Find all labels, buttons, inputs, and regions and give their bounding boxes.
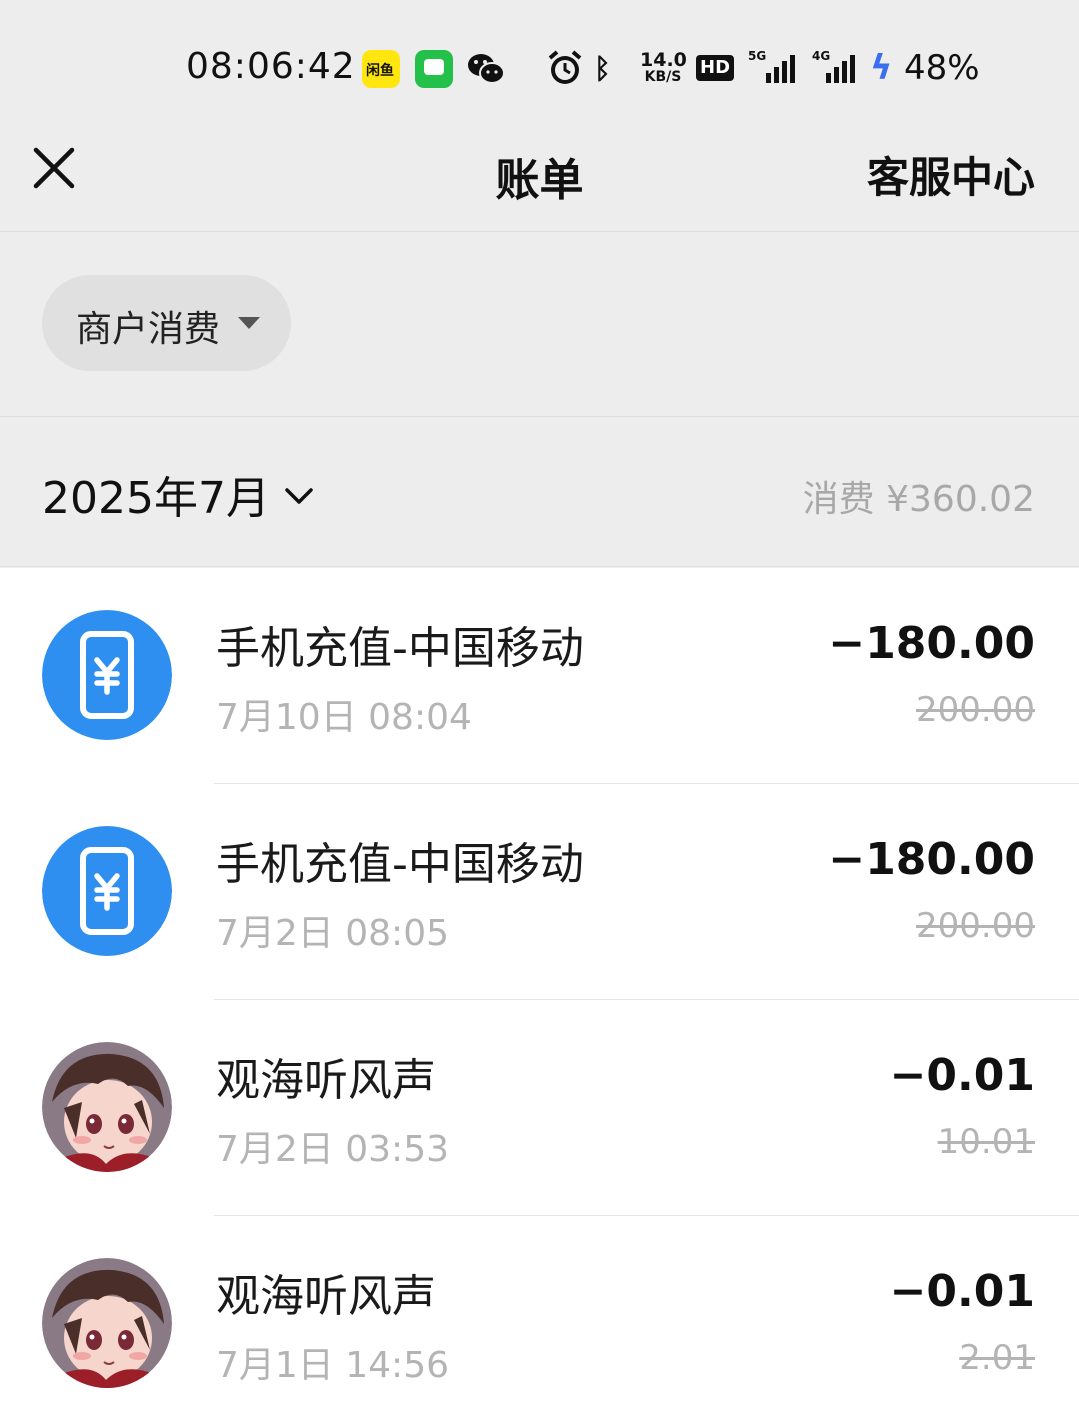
user-avatar	[42, 1258, 172, 1388]
transaction-title: 观海听风声	[216, 1271, 436, 1322]
signal-5g-label: 5G	[748, 49, 767, 63]
month-selector[interactable]: 2025年7月	[42, 462, 314, 526]
transaction-time: 7月10日 08:04	[216, 697, 472, 738]
signal-5g-icon: 5G	[744, 49, 802, 83]
phone-recharge-icon	[42, 610, 172, 740]
network-speed-value: 14.0	[640, 49, 687, 71]
transaction-title: 手机充值-中国移动	[216, 839, 584, 890]
transaction-time: 7月2日 03:53	[216, 1129, 449, 1170]
alarm-icon	[548, 50, 582, 84]
hd-icon: HD	[696, 55, 735, 81]
transaction-time: 7月2日 08:05	[216, 913, 449, 954]
transaction-original-amount: 10.01	[937, 1122, 1035, 1162]
transaction-row[interactable]: 手机充值-中国移动 7月10日 08:04 −180.00 200.00	[0, 568, 1079, 784]
transaction-row[interactable]: 手机充值-中国移动 7月2日 08:05 −180.00 200.00	[0, 784, 1079, 1000]
messages-app-icon	[415, 50, 453, 88]
transaction-row[interactable]: 观海听风声 7月2日 03:53 −0.01 10.01	[0, 1000, 1079, 1216]
month-label: 2025年7月	[42, 473, 270, 524]
network-speed-unit: KB/S	[644, 69, 682, 85]
user-avatar	[42, 1042, 172, 1172]
transaction-title: 手机充值-中国移动	[216, 623, 584, 674]
network-speed: 14.0 KB/S	[640, 49, 687, 85]
xianyu-app-label: 闲鱼	[366, 63, 394, 79]
status-time: 08:06:42	[186, 46, 356, 87]
battery-percent: 48%	[904, 48, 980, 88]
charging-icon: ϟ	[870, 48, 893, 88]
filter-area: 商户消费	[0, 233, 1079, 417]
chevron-down-icon	[285, 488, 313, 504]
customer-service-link[interactable]: 客服中心	[867, 144, 1035, 205]
wechat-app-icon	[468, 54, 505, 84]
month-header: 2025年7月 消费 ¥360.02	[0, 418, 1079, 567]
transaction-list: 手机充值-中国移动 7月10日 08:04 −180.00 200.00 手机充…	[0, 568, 1079, 1413]
transaction-amount: −180.00	[828, 834, 1035, 885]
transaction-row[interactable]: 观海听风声 7月1日 14:56 −0.01 2.01	[0, 1216, 1079, 1413]
status-bar: 08:06:42 闲鱼 ᛒ 14.0 KB/S HD 5G 4G ϟ 48%	[0, 0, 1079, 110]
month-spending-total: 消费 ¥360.02	[802, 479, 1035, 520]
transaction-original-amount: 200.00	[916, 906, 1035, 946]
system-icons: ᛒ 14.0 KB/S HD 5G 4G ϟ 48%	[546, 44, 1006, 92]
xianyu-app-icon: 闲鱼	[362, 50, 400, 88]
transaction-amount: −0.01	[889, 1050, 1035, 1101]
transaction-time: 7月1日 14:56	[216, 1345, 449, 1386]
signal-4g-icon: 4G	[812, 49, 860, 83]
signal-4g-label: 4G	[812, 49, 831, 63]
transaction-original-amount: 2.01	[959, 1338, 1035, 1378]
transaction-amount: −180.00	[828, 618, 1035, 669]
transaction-original-amount: 200.00	[916, 690, 1035, 730]
nav-bar: 账单 客服中心	[0, 110, 1079, 232]
category-filter-dropdown[interactable]: 商户消费	[42, 275, 291, 371]
category-filter-label: 商户消费	[76, 309, 221, 350]
caret-down-icon	[238, 317, 260, 329]
transaction-title: 观海听风声	[216, 1055, 436, 1106]
phone-recharge-icon	[42, 826, 172, 956]
bluetooth-icon: ᛒ	[594, 51, 611, 85]
transaction-amount: −0.01	[889, 1266, 1035, 1317]
